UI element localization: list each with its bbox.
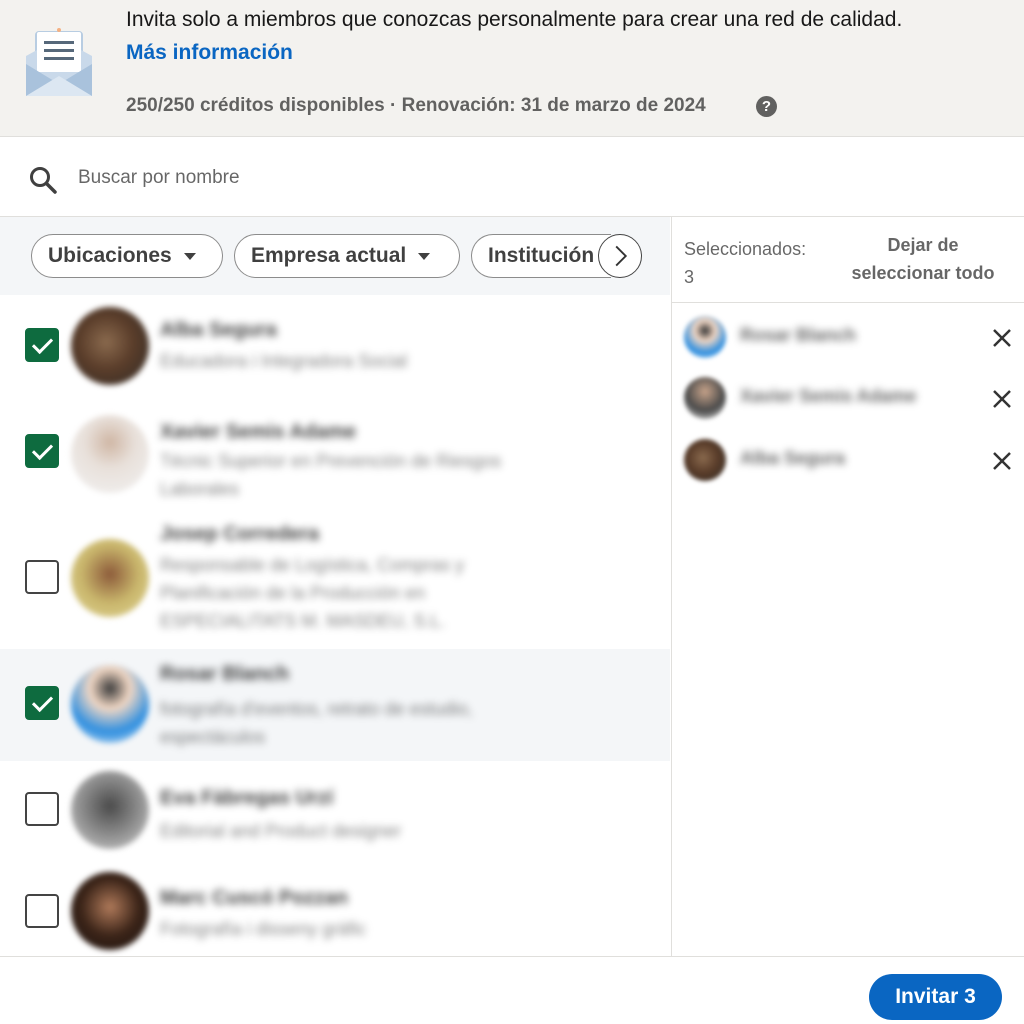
person-name: Rosar Blanch: [160, 663, 289, 685]
avatar: [71, 665, 149, 743]
selected-header: Seleccionados: 3 Dejar de seleccionar to…: [672, 217, 1024, 303]
person-name: Xavier Semis Adame: [160, 421, 357, 443]
person-headline: Responsable de Logística, Compras y Plan…: [160, 555, 465, 631]
deselect-label-line2: seleccionar todo: [851, 263, 995, 283]
person-headline: Editorial and Product designer: [160, 821, 402, 841]
deselect-label-line1: Dejar de: [887, 235, 959, 255]
search-input[interactable]: [78, 161, 978, 195]
select-checkbox[interactable]: [25, 686, 59, 720]
search-bar: [0, 137, 1024, 217]
avatar: [71, 307, 149, 385]
avatar: [71, 415, 149, 493]
banner-message: Invita solo a miembros que conozcas pers…: [126, 8, 903, 31]
selected-number: 3: [684, 267, 695, 287]
selected-label: Seleccionados:: [684, 239, 807, 259]
caret-down-icon: [183, 252, 196, 260]
search-icon: [30, 167, 57, 194]
selected-panel: Seleccionados: 3 Dejar de seleccionar to…: [671, 217, 1024, 956]
people-list-panel: Ubicaciones Empresa actual Institución A…: [0, 217, 670, 956]
avatar: [684, 316, 726, 358]
close-icon[interactable]: [990, 387, 1014, 411]
filter-locations[interactable]: Ubicaciones: [31, 234, 223, 278]
filter-current-company[interactable]: Empresa actual: [234, 234, 460, 278]
chevron-right-icon[interactable]: [598, 234, 642, 278]
caret-down-icon: [418, 252, 431, 260]
filter-label: Ubicaciones: [48, 244, 172, 267]
more-info-link[interactable]: Más información: [126, 41, 293, 65]
filter-school[interactable]: Institución: [471, 234, 611, 278]
info-banner: Invita solo a miembros que conozcas pers…: [0, 0, 1024, 137]
deselect-all-button[interactable]: Dejar de seleccionar todo: [842, 231, 1004, 287]
invite-button[interactable]: Invitar 3: [869, 974, 1002, 1020]
select-checkbox[interactable]: [25, 894, 59, 928]
envelope-icon: [26, 28, 92, 96]
person-name: Josep Corredera: [160, 523, 319, 545]
selected-name: Rosar Blanch: [740, 325, 857, 345]
person-headline: Técnic Superior en Prevención de Riesgos…: [160, 451, 502, 499]
person-name: Eva Fàbregas Urzí: [160, 787, 334, 809]
select-checkbox[interactable]: [25, 328, 59, 362]
list-item[interactable]: Marc Cuscó Pozzan Fotografía i disseny g…: [0, 861, 670, 956]
selected-count: Seleccionados: 3: [684, 235, 806, 291]
selected-item: Rosar Blanch: [672, 313, 1024, 363]
avatar: [71, 539, 149, 617]
help-icon[interactable]: ?: [756, 96, 777, 117]
avatar: [71, 771, 149, 849]
person-headline: fotografía d'eventos, retrato de estudio…: [160, 699, 473, 747]
credits-status: 250/250 créditos disponibles · Renovació…: [126, 95, 706, 116]
selected-name: Xavier Semis Adame: [740, 386, 917, 406]
filter-label: Empresa actual: [251, 244, 407, 267]
select-checkbox[interactable]: [25, 560, 59, 594]
avatar: [71, 872, 149, 950]
filter-label: Institución: [488, 244, 595, 267]
close-icon[interactable]: [990, 449, 1014, 473]
avatar: [684, 439, 726, 481]
list-item[interactable]: Alba Segura Educadora i Integradora Soci…: [0, 295, 670, 401]
person-name: Alba Segura: [160, 319, 277, 341]
avatar: [684, 377, 726, 419]
person-name: Marc Cuscó Pozzan: [160, 887, 348, 909]
footer: Invitar 3: [0, 956, 1024, 1024]
selected-item: Alba Segura: [672, 436, 1024, 486]
selected-name: Alba Segura: [740, 448, 846, 468]
list-item[interactable]: Xavier Semis Adame Técnic Superior en Pr…: [0, 401, 670, 509]
close-icon[interactable]: [990, 326, 1014, 350]
list-item[interactable]: Eva Fàbregas Urzí Editorial and Product …: [0, 761, 670, 861]
person-headline: Fotografía i disseny gràfic: [160, 919, 367, 939]
list-item[interactable]: Josep Corredera Responsable de Logística…: [0, 509, 670, 649]
list-item[interactable]: Rosar Blanch fotografía d'eventos, retra…: [0, 649, 670, 761]
person-headline: Educadora i Integradora Social: [160, 351, 408, 371]
filter-bar: Ubicaciones Empresa actual Institución: [0, 217, 670, 295]
selected-item: Xavier Semis Adame: [672, 374, 1024, 424]
select-checkbox[interactable]: [25, 434, 59, 468]
select-checkbox[interactable]: [25, 792, 59, 826]
